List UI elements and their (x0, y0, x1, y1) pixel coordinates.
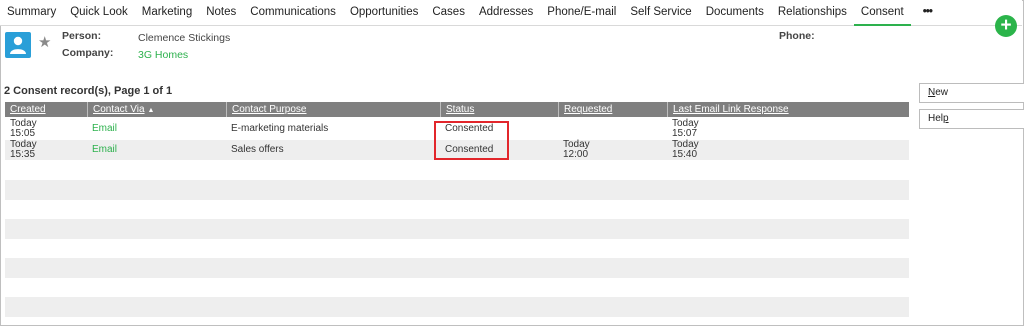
column-created[interactable]: Created (5, 102, 87, 117)
tab-notes[interactable]: Notes (199, 0, 243, 26)
column-status-label: Status (446, 104, 475, 115)
tab-quick-look[interactable]: Quick Look (63, 0, 135, 26)
column-contact-via-label: Contact Via (93, 104, 145, 115)
table-row[interactable]: Today 15:35 Email Sales offers Consented … (5, 140, 909, 160)
company-label: Company: (62, 47, 114, 59)
column-last-email-link-response[interactable]: Last Email Link Response (667, 102, 909, 117)
contact-purpose-cell: Sales offers (231, 144, 284, 155)
tab-relationships[interactable]: Relationships (771, 0, 854, 26)
tab-phone-email[interactable]: Phone/E-mail (540, 0, 623, 26)
column-contact-via[interactable]: Contact Via ▲ (87, 102, 226, 117)
tab-bar: Summary Quick Look Marketing Notes Commu… (0, 0, 1022, 26)
contact-via-link[interactable]: Email (87, 145, 117, 155)
created-cell: Today 15:05 (10, 118, 37, 139)
new-button[interactable]: New (919, 83, 1024, 103)
column-status[interactable]: Status (440, 102, 558, 117)
add-button[interactable]: + (995, 15, 1017, 37)
sort-ascending-icon: ▲ (147, 107, 155, 114)
phone-label: Phone: (779, 30, 815, 42)
tab-documents[interactable]: Documents (699, 0, 771, 26)
contact-via-link[interactable]: Email (87, 124, 117, 134)
empty-row (5, 200, 909, 220)
tab-opportunities[interactable]: Opportunities (343, 0, 425, 26)
status-cell: Consented (445, 123, 494, 134)
person-label: Person: (62, 30, 102, 42)
last-email-response-cell: Today 15:40 (672, 139, 699, 160)
empty-row (5, 258, 909, 278)
tab-consent[interactable]: Consent (853, 0, 911, 26)
help-button[interactable]: Help (919, 109, 1024, 129)
grid-header: Created Contact Via ▲ Contact Purpose Sta… (5, 102, 909, 117)
table-row[interactable]: Today 15:05 Email E-marketing materials C… (5, 119, 909, 139)
tab-cases[interactable]: Cases (425, 0, 472, 26)
column-requested[interactable]: Requested (558, 102, 667, 117)
favorite-star-icon[interactable]: ★ (38, 35, 53, 50)
requested-cell: Today 12:00 (563, 139, 590, 160)
empty-row (5, 239, 909, 259)
person-avatar-icon (5, 32, 31, 58)
empty-row (5, 160, 909, 180)
records-count-title: 2 Consent record(s), Page 1 of 1 (4, 85, 173, 97)
tab-marketing[interactable]: Marketing (135, 0, 200, 26)
contact-purpose-cell: E-marketing materials (231, 123, 329, 134)
person-value: Clemence Stickings (138, 32, 231, 44)
column-contact-purpose-label: Contact Purpose (232, 104, 307, 115)
column-requested-label: Requested (564, 104, 613, 115)
empty-row (5, 219, 909, 239)
last-email-response-cell: Today 15:07 (672, 118, 699, 139)
tab-more-icon[interactable]: ••• (911, 0, 944, 26)
tab-self-service[interactable]: Self Service (623, 0, 698, 26)
created-cell: Today 15:35 (10, 139, 37, 160)
column-created-label: Created (10, 104, 46, 115)
empty-row (5, 180, 909, 200)
column-contact-purpose[interactable]: Contact Purpose (226, 102, 440, 117)
column-last-email-link-response-label: Last Email Link Response (673, 104, 789, 115)
empty-row (5, 278, 909, 298)
tab-summary[interactable]: Summary (0, 0, 63, 26)
tab-communications[interactable]: Communications (243, 0, 343, 26)
status-cell: Consented (445, 144, 494, 155)
tab-addresses[interactable]: Addresses (472, 0, 540, 26)
empty-row (5, 297, 909, 317)
company-link[interactable]: 3G Homes (138, 49, 188, 61)
consent-grid: Created Contact Via ▲ Contact Purpose Sta… (5, 102, 909, 317)
